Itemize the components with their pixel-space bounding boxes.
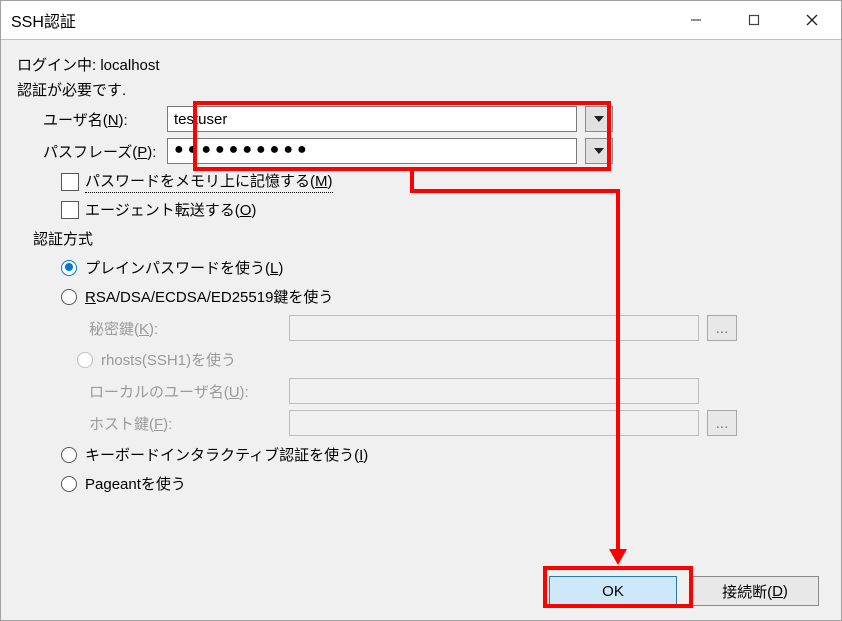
passphrase-label: パスフレーズ(P): xyxy=(17,141,167,162)
titlebar: SSH認証 xyxy=(1,1,841,39)
username-label: ユーザ名(N): xyxy=(17,109,167,130)
host-key-label: ホスト鍵(F): xyxy=(89,413,289,434)
passphrase-history-button[interactable] xyxy=(585,138,613,164)
local-username-input xyxy=(289,378,699,404)
agent-forward-checkbox[interactable] xyxy=(61,201,79,219)
auth-method-header: 認証方式 xyxy=(33,228,825,249)
login-prefix: ログイン中: xyxy=(17,57,100,74)
host-key-browse-button[interactable]: ... xyxy=(707,410,737,436)
ok-button[interactable]: OK xyxy=(549,576,677,606)
maximize-button[interactable] xyxy=(725,1,783,39)
remember-password-label: パスワードをメモリ上に記憶する(M) xyxy=(85,170,333,193)
login-host: localhost xyxy=(100,57,159,74)
radio-rhosts-label: rhosts(SSH1)を使う xyxy=(101,349,236,370)
auth-required-text: 認証が必要です. xyxy=(17,79,825,100)
login-status: ログイン中: localhost xyxy=(17,54,825,75)
client-area: ログイン中: localhost 認証が必要です. ユーザ名(N): パスフレー… xyxy=(1,39,841,620)
radio-pageant-label: Pageantを使う xyxy=(85,473,186,494)
close-button[interactable] xyxy=(783,1,841,39)
radio-publickey-label: RSA/DSA/ECDSA/ED25519鍵を使う xyxy=(85,286,333,307)
radio-keyboard-interactive-label: キーボードインタラクティブ認証を使う(I) xyxy=(85,444,368,465)
private-key-input xyxy=(289,315,699,341)
window-title: SSH認証 xyxy=(11,8,667,32)
private-key-label: 秘密鍵(K): xyxy=(89,318,289,339)
ssh-auth-dialog: SSH認証 ログイン中: localhost 認証が必要です. ユーザ名(N): xyxy=(0,0,842,621)
radio-pageant[interactable] xyxy=(61,476,77,492)
local-username-label: ローカルのユーザ名(U): xyxy=(89,381,289,402)
remember-password-checkbox[interactable] xyxy=(61,173,79,191)
private-key-browse-button[interactable]: ... xyxy=(707,315,737,341)
radio-plain-password-label: プレインパスワードを使う(L) xyxy=(85,257,283,278)
username-history-button[interactable] xyxy=(585,106,613,132)
host-key-input xyxy=(289,410,699,436)
agent-forward-label: エージェント転送する(O) xyxy=(85,199,256,220)
radio-plain-password[interactable] xyxy=(61,260,77,276)
radio-publickey[interactable] xyxy=(61,289,77,305)
minimize-button[interactable] xyxy=(667,1,725,39)
radio-keyboard-interactive[interactable] xyxy=(61,447,77,463)
passphrase-input[interactable]: ●●●●●●●●●● xyxy=(167,138,577,164)
disconnect-button[interactable]: 接続断(D) xyxy=(691,576,819,606)
username-input[interactable] xyxy=(167,106,577,132)
radio-rhosts xyxy=(77,352,93,368)
